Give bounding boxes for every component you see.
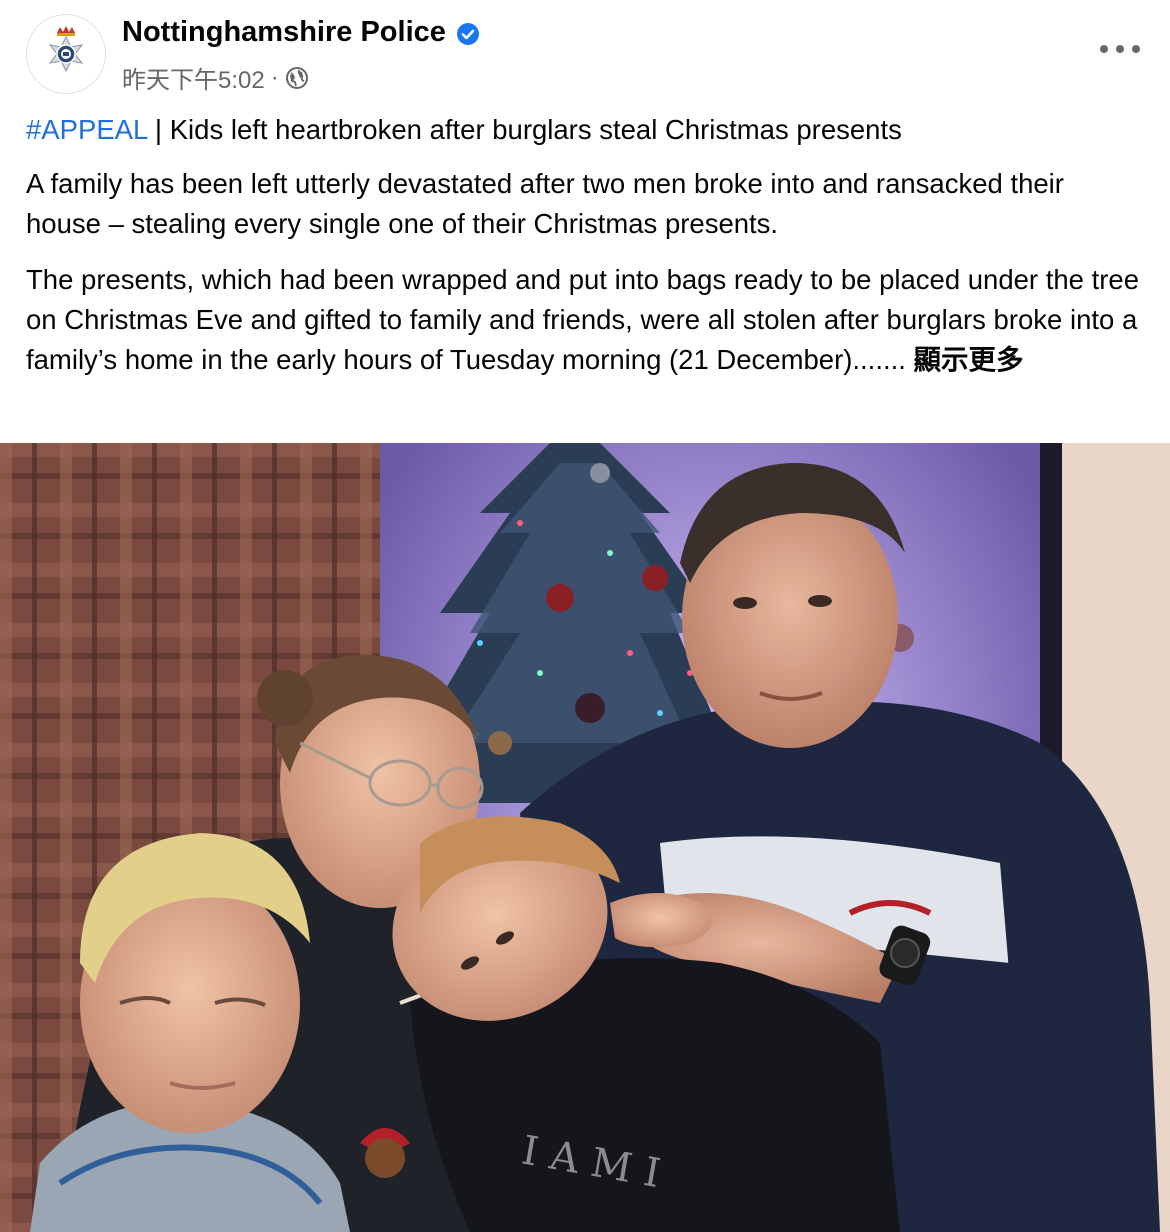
globe-icon [285,66,309,90]
post-timestamp[interactable]: 昨天下午5:02 [122,60,265,95]
see-more-link[interactable]: 顯示更多 [906,344,1024,375]
police-badge-icon [48,26,84,73]
post-paragraph-2: The presents, which had been wrapped and… [26,260,1146,380]
verified-badge-icon [456,21,480,45]
page-name-text[interactable]: Nottinghamshire Police [122,16,446,49]
family-christmas-photo: I A M I [0,443,1170,1232]
facebook-post: Nottinghamshire Police 昨天下午5:02 · #APPEA… [0,0,1170,1232]
post-paragraph-1: A family has been left utterly devastate… [26,168,1064,239]
post-photo[interactable]: I A M I [0,443,1170,1232]
headline-text: | Kids left heartbroken after burglars s… [147,114,902,145]
hashtag-link[interactable]: #APPEAL [26,114,147,145]
more-options-button[interactable] [1100,34,1140,64]
post-headline: #APPEAL | Kids left heartbroken after bu… [26,110,1146,150]
meta-separator: · [270,63,279,91]
page-avatar[interactable] [26,14,106,94]
post-meta: 昨天下午5:02 · [122,60,309,95]
more-options-icon [1100,45,1108,53]
page-name[interactable]: Nottinghamshire Police [122,16,480,49]
